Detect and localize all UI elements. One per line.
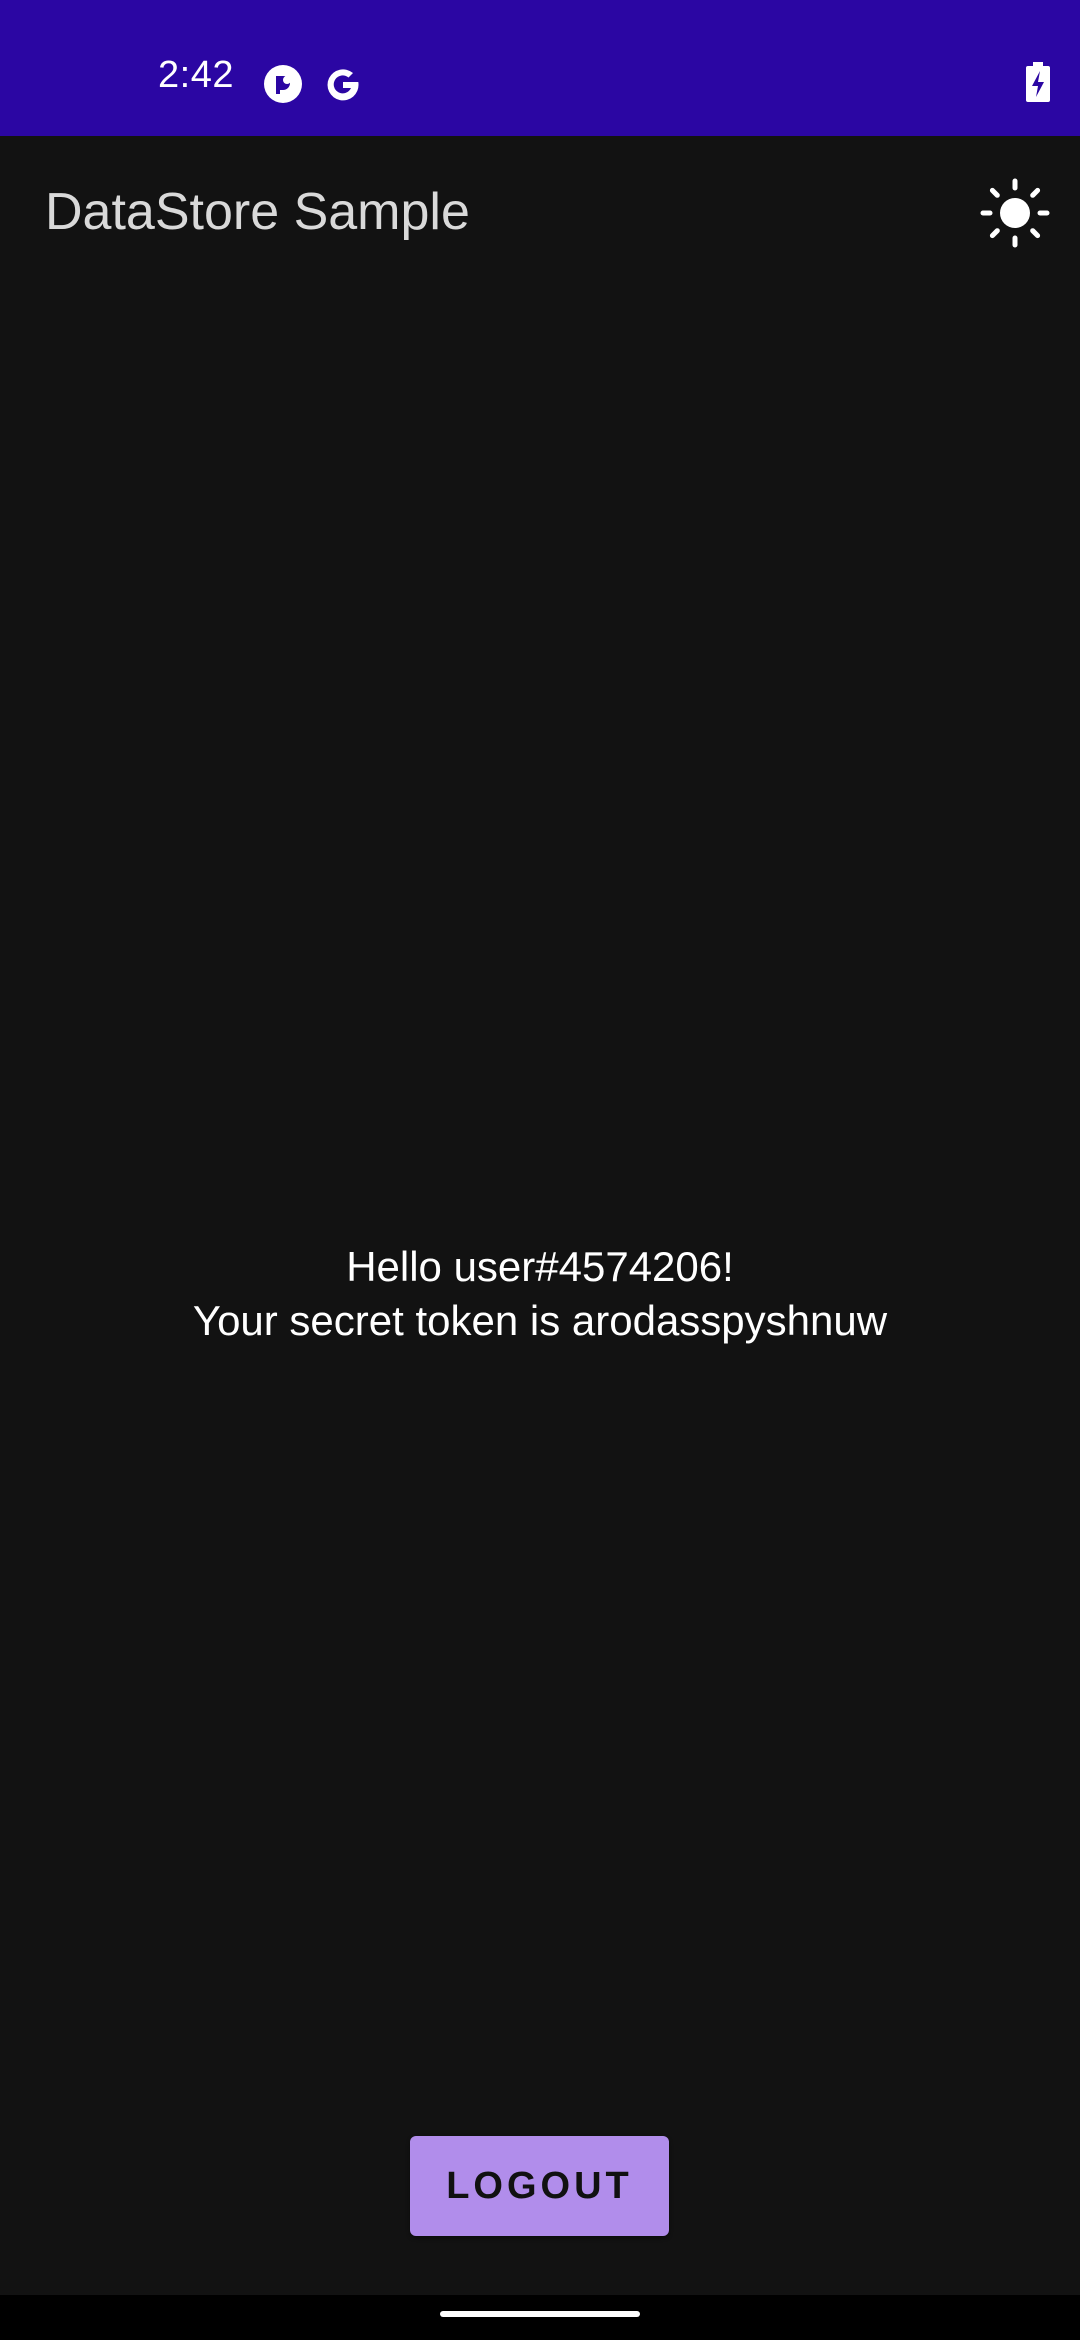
page-title: DataStore Sample (45, 183, 470, 241)
greeting-text: Hello user#4574206! Your secret token is… (0, 1240, 1080, 1348)
navigation-bar (0, 2295, 1080, 2340)
pocket-casts-icon (263, 64, 303, 104)
battery-charging-icon (1026, 62, 1050, 102)
greeting-line-user: Hello user#4574206! (346, 1243, 734, 1290)
status-time: 2:42 (158, 54, 234, 96)
app-bar: DataStore Sample (0, 136, 1080, 296)
sun-icon[interactable] (980, 178, 1050, 248)
status-bar: 2:42 (0, 0, 1080, 136)
google-icon (323, 64, 363, 104)
greeting-line-token: Your secret token is arodasspyshnuw (192, 1297, 888, 1344)
home-gesture-handle[interactable] (440, 2311, 640, 2317)
logout-button[interactable]: LOGOUT (410, 2136, 669, 2236)
